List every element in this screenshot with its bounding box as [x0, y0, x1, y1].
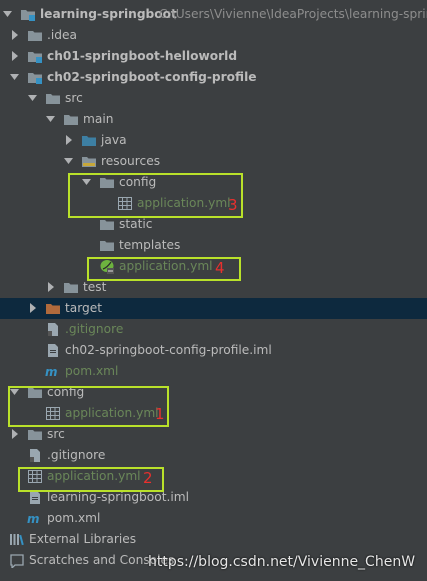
folder-icon: [27, 28, 43, 43]
tree-row[interactable]: java: [0, 130, 427, 151]
expanded-arrow-icon[interactable]: [64, 156, 73, 166]
tree-item-label: ch02-springboot-config-profile.iml: [65, 343, 272, 357]
scratches-icon: [9, 553, 25, 568]
project-path: C:\Users\Vivienne\IdeaProjects\learning-…: [159, 7, 427, 21]
tree-item-label: learning-springboot: [40, 7, 177, 21]
tree-item-label: java: [101, 133, 127, 147]
tree-item-label: pom.xml: [65, 364, 119, 378]
resources-folder-icon: [81, 154, 97, 169]
folder-icon: [27, 427, 43, 442]
tree-row[interactable]: m pom.xml: [0, 361, 427, 382]
collapsed-arrow-icon[interactable]: [64, 135, 73, 145]
excluded-folder-icon: [45, 301, 61, 316]
expanded-arrow-icon[interactable]: [46, 114, 55, 124]
tree-item-label: static: [119, 217, 153, 231]
tree-row[interactable]: src: [0, 424, 427, 445]
collapsed-arrow-icon[interactable]: [28, 303, 37, 313]
tree-item-label: .gitignore: [47, 448, 106, 462]
tree-item-label: src: [47, 427, 65, 441]
tree-row[interactable]: ch02-springboot-config-profile: [0, 67, 427, 88]
folder-icon: [99, 217, 115, 232]
tree-row[interactable]: .idea: [0, 25, 427, 46]
tree-row[interactable]: templates: [0, 235, 427, 256]
tree-item-label: templates: [119, 238, 181, 252]
annotation-number-4: 4: [215, 259, 225, 277]
tree-row[interactable]: src: [0, 88, 427, 109]
project-tree: learning-springboot C:\Users\Vivienne\Ide…: [0, 0, 427, 581]
gitignore-file-icon: [45, 322, 61, 337]
maven-file-icon: m: [45, 364, 61, 379]
folder-icon: [63, 280, 79, 295]
tree-item-label: src: [65, 91, 83, 105]
tree-item-label: main: [83, 112, 114, 126]
expanded-arrow-icon[interactable]: [28, 93, 37, 103]
module-folder-icon: [27, 70, 43, 85]
tree-item-label: ch01-springboot-helloworld: [47, 49, 238, 63]
tree-item-label: test: [83, 280, 107, 294]
highlight-box-1: [8, 386, 169, 427]
collapsed-arrow-icon[interactable]: [10, 51, 19, 61]
highlight-box-3: [68, 173, 243, 218]
tree-row[interactable]: resources: [0, 151, 427, 172]
collapsed-arrow-icon[interactable]: [10, 429, 19, 439]
tree-item-label: External Libraries: [29, 532, 137, 546]
tree-row[interactable]: ch02-springboot-config-profile.iml: [0, 340, 427, 361]
tree-row[interactable]: .gitignore: [0, 445, 427, 466]
tree-row[interactable]: External Libraries: [0, 529, 427, 550]
annotation-number-2: 2: [143, 469, 153, 487]
gitignore-file-icon: [27, 448, 43, 463]
tree-item-label: target: [65, 301, 103, 315]
tree-row[interactable]: learning-springboot C:\Users\Vivienne\Ide…: [0, 4, 427, 25]
tree-row[interactable]: target: [0, 298, 427, 319]
iml-file-icon: [45, 343, 61, 358]
watermark: https://blog.csdn.net/Vivienne_ChenW: [148, 554, 416, 570]
tree-row[interactable]: ch01-springboot-helloworld: [0, 46, 427, 67]
folder-icon: [45, 91, 61, 106]
libraries-icon: [9, 532, 25, 547]
annotation-number-1: 1: [155, 405, 165, 423]
collapsed-arrow-icon[interactable]: [10, 30, 19, 40]
source-folder-icon: [81, 133, 97, 148]
tree-item-label: .gitignore: [65, 322, 124, 336]
svg-text:m: m: [27, 512, 40, 526]
tree-row[interactable]: m pom.xml: [0, 508, 427, 529]
annotation-number-3: 3: [228, 196, 238, 214]
iml-file-icon: [27, 490, 43, 505]
module-folder-icon: [27, 49, 43, 64]
tree-item-label: learning-springboot.iml: [47, 490, 190, 504]
module-folder-icon: [20, 7, 36, 22]
tree-item-label: pom.xml: [47, 511, 101, 525]
tree-item-label: ch02-springboot-config-profile: [47, 70, 257, 84]
expanded-arrow-icon[interactable]: [3, 9, 12, 19]
tree-item-label: resources: [101, 154, 161, 168]
maven-file-icon: m: [27, 511, 43, 526]
folder-icon: [99, 238, 115, 253]
svg-text:m: m: [45, 365, 58, 379]
folder-icon: [63, 112, 79, 127]
tree-row[interactable]: .gitignore: [0, 319, 427, 340]
tree-row[interactable]: main: [0, 109, 427, 130]
collapsed-arrow-icon[interactable]: [46, 282, 55, 292]
tree-item-label: .idea: [47, 28, 77, 42]
expanded-arrow-icon[interactable]: [10, 72, 19, 82]
